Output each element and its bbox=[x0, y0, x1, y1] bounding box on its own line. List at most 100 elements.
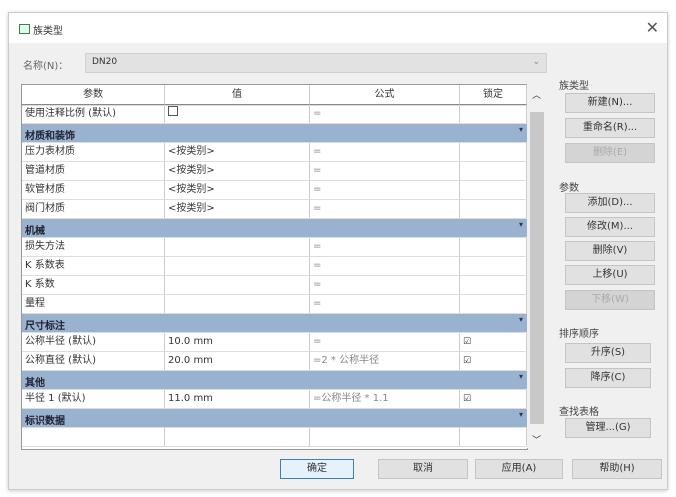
lock-checkbox-checked-icon[interactable]: ☑ bbox=[463, 337, 471, 347]
lock-checkbox-checked-icon[interactable]: ☑ bbox=[463, 356, 471, 366]
move-up-button[interactable]: 上移(U) bbox=[565, 265, 655, 285]
delete-type-button[interactable]: 删除(E) bbox=[565, 143, 655, 163]
help-button[interactable]: 帮助(H) bbox=[572, 459, 662, 479]
formula-cell[interactable]: =2 * 公称半径 bbox=[310, 352, 460, 370]
formula-cell[interactable]: = bbox=[310, 143, 460, 161]
table-row[interactable]: 软管材质 <按类别> = bbox=[22, 181, 527, 200]
formula-cell[interactable]: = bbox=[310, 238, 460, 256]
checkbox[interactable] bbox=[168, 106, 178, 116]
value-text: <按类别> bbox=[168, 184, 215, 195]
locked-cell[interactable] bbox=[460, 276, 527, 294]
new-type-button[interactable]: 新建(N)... bbox=[565, 93, 655, 113]
move-down-button[interactable]: 下移(W) bbox=[565, 290, 655, 310]
value-cell[interactable] bbox=[165, 257, 310, 275]
value-cell[interactable] bbox=[165, 295, 310, 313]
locked-cell[interactable] bbox=[460, 162, 527, 180]
lock-checkbox-checked-icon[interactable]: ☑ bbox=[463, 394, 471, 404]
value-cell[interactable]: 10.0 mm bbox=[165, 333, 310, 351]
formula-cell[interactable]: = bbox=[310, 257, 460, 275]
table-row[interactable]: 使用注释比例 (默认) = bbox=[22, 105, 527, 124]
group-header-row[interactable]: 标识数据 ▾ bbox=[22, 409, 527, 428]
table-row[interactable]: 量程 = bbox=[22, 295, 527, 314]
formula-cell[interactable]: = bbox=[310, 162, 460, 180]
modify-parameter-button[interactable]: 修改(M)... bbox=[565, 217, 655, 237]
sort-ascending-button[interactable]: 升序(S) bbox=[565, 343, 651, 363]
value-cell[interactable] bbox=[165, 428, 310, 446]
value-cell[interactable]: <按类别> bbox=[165, 162, 310, 180]
formula-cell[interactable]: = bbox=[310, 200, 460, 218]
value-cell[interactable]: <按类别> bbox=[165, 200, 310, 218]
ok-button[interactable]: 确定 bbox=[280, 459, 354, 479]
group-header-row[interactable]: 尺寸标注 ▾ bbox=[22, 314, 527, 333]
group-label: 标识数据 bbox=[25, 416, 65, 427]
collapse-icon[interactable]: ▾ bbox=[519, 410, 523, 419]
table-row[interactable] bbox=[22, 428, 527, 447]
locked-cell[interactable] bbox=[460, 257, 527, 275]
table-row[interactable]: K 系数表 = bbox=[22, 257, 527, 276]
name-dropdown[interactable]: DN20 ⌄ bbox=[85, 53, 547, 73]
value-cell[interactable] bbox=[165, 105, 310, 123]
sort-descending-button[interactable]: 降序(C) bbox=[565, 368, 651, 388]
column-header-locked[interactable]: 锁定 bbox=[460, 85, 527, 105]
close-icon[interactable]: ✕ bbox=[646, 18, 659, 37]
table-row[interactable]: 压力表材质 <按类别> = bbox=[22, 143, 527, 162]
locked-cell[interactable] bbox=[460, 238, 527, 256]
value-cell[interactable]: <按类别> bbox=[165, 143, 310, 161]
value-cell[interactable] bbox=[165, 238, 310, 256]
locked-cell[interactable] bbox=[460, 181, 527, 199]
locked-cell[interactable]: ☑ bbox=[460, 352, 527, 370]
group-header-row[interactable]: 机械 ▾ bbox=[22, 219, 527, 238]
table-row[interactable]: 管道材质 <按类别> = bbox=[22, 162, 527, 181]
cancel-button[interactable]: 取消 bbox=[378, 459, 468, 479]
scroll-down-icon[interactable]: ﹀ bbox=[532, 433, 541, 446]
column-header-parameter[interactable]: 参数 bbox=[22, 85, 165, 105]
value-cell[interactable]: <按类别> bbox=[165, 181, 310, 199]
group-header-row[interactable]: 其他 ▾ bbox=[22, 371, 527, 390]
rename-type-button[interactable]: 重命名(R)... bbox=[565, 118, 655, 138]
value-text: 20.0 mm bbox=[168, 355, 213, 366]
collapse-icon[interactable]: ▾ bbox=[519, 220, 523, 229]
column-header-value[interactable]: 值 bbox=[165, 85, 310, 105]
table-row[interactable]: 阀门材质 <按类别> = bbox=[22, 200, 527, 219]
value-cell[interactable]: 11.0 mm bbox=[165, 390, 310, 408]
locked-cell[interactable]: ☑ bbox=[460, 333, 527, 351]
locked-cell[interactable]: ☑ bbox=[460, 390, 527, 408]
add-parameter-button[interactable]: 添加(D)... bbox=[565, 193, 655, 213]
formula-cell[interactable]: = bbox=[310, 181, 460, 199]
table-row[interactable]: 半径 1 (默认) 11.0 mm =公称半径 * 1.1 ☑ bbox=[22, 390, 527, 409]
table-row[interactable]: 损失方法 = bbox=[22, 238, 527, 257]
locked-cell[interactable] bbox=[460, 105, 527, 123]
locked-cell[interactable] bbox=[460, 143, 527, 161]
table-row[interactable]: 公称半径 (默认) 10.0 mm = ☑ bbox=[22, 333, 527, 352]
group-label: 尺寸标注 bbox=[25, 321, 65, 332]
formula-cell[interactable]: = bbox=[310, 295, 460, 313]
formula-cell[interactable]: = bbox=[310, 105, 460, 123]
table-row[interactable]: 公称直径 (默认) 20.0 mm =2 * 公称半径 ☑ bbox=[22, 352, 527, 371]
parameter-name bbox=[22, 428, 165, 446]
locked-cell[interactable] bbox=[460, 295, 527, 313]
manage-lookup-button[interactable]: 管理...(G) bbox=[565, 418, 651, 438]
formula-cell[interactable]: =公称半径 * 1.1 bbox=[310, 390, 460, 408]
scroll-up-icon[interactable]: ︿ bbox=[532, 88, 541, 101]
locked-cell[interactable] bbox=[460, 428, 527, 446]
group-header-row[interactable]: 材质和装饰 ▾ bbox=[22, 124, 527, 143]
column-header-formula[interactable]: 公式 bbox=[310, 85, 460, 105]
remove-parameter-button[interactable]: 删除(V) bbox=[565, 241, 655, 261]
table-row[interactable]: K 系数 = bbox=[22, 276, 527, 295]
scrollbar-thumb[interactable] bbox=[530, 112, 544, 424]
parameter-name: 半径 1 (默认) bbox=[22, 390, 165, 408]
value-cell[interactable] bbox=[165, 276, 310, 294]
collapse-icon[interactable]: ▾ bbox=[519, 372, 523, 381]
dialog-title: 族类型 bbox=[33, 26, 63, 37]
name-value: DN20 bbox=[92, 57, 118, 67]
apply-button[interactable]: 应用(A) bbox=[475, 459, 563, 479]
value-cell[interactable]: 20.0 mm bbox=[165, 352, 310, 370]
collapse-icon[interactable]: ▾ bbox=[519, 125, 523, 134]
family-types-label: 族类型 bbox=[559, 81, 589, 92]
table-scrollbar[interactable]: ︿ ﹀ bbox=[527, 84, 547, 448]
collapse-icon[interactable]: ▾ bbox=[519, 315, 523, 324]
formula-cell[interactable] bbox=[310, 428, 460, 446]
formula-cell[interactable]: = bbox=[310, 333, 460, 351]
formula-cell[interactable]: = bbox=[310, 276, 460, 294]
locked-cell[interactable] bbox=[460, 200, 527, 218]
